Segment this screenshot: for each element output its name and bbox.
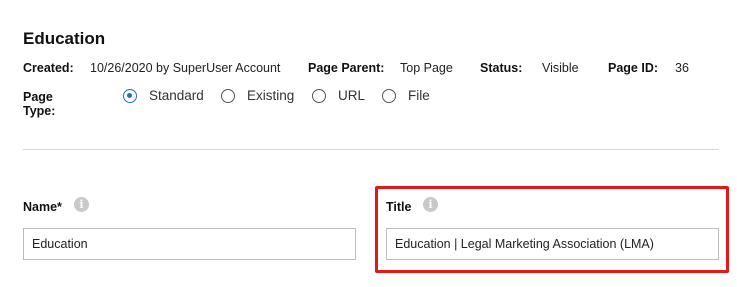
radio-file[interactable]: File <box>382 88 430 103</box>
status-value: Visible <box>542 61 579 75</box>
section-divider <box>23 149 719 150</box>
radio-url[interactable]: URL <box>312 88 365 103</box>
title-field-label: Title <box>386 200 412 214</box>
created-label: Created: <box>23 61 74 75</box>
radio-existing-circle[interactable] <box>221 88 235 103</box>
radio-standard-label: Standard <box>149 88 204 103</box>
page-parent-label: Page Parent: <box>308 61 385 75</box>
page-id-value: 36 <box>675 61 689 75</box>
radio-url-circle[interactable] <box>312 88 326 103</box>
title-input[interactable] <box>386 228 719 260</box>
info-icon[interactable]: i <box>74 197 89 212</box>
name-field-label: Name* <box>23 200 62 214</box>
radio-standard[interactable]: Standard <box>123 88 204 103</box>
radio-existing-label: Existing <box>247 88 295 103</box>
radio-url-label: URL <box>338 88 366 103</box>
radio-file-label: File <box>408 88 430 103</box>
page-id-label: Page ID: <box>608 61 659 75</box>
radio-existing[interactable]: Existing <box>221 88 294 103</box>
page-parent-value: Top Page <box>400 61 453 75</box>
page-type-label: Page Type: <box>23 90 56 118</box>
page-title: Education <box>23 29 106 48</box>
name-input[interactable] <box>23 228 356 260</box>
status-label: Status: <box>480 61 523 75</box>
radio-file-circle[interactable] <box>382 88 396 103</box>
radio-standard-circle[interactable] <box>123 88 137 103</box>
created-value: 10/26/2020 by SuperUser Account <box>90 61 281 75</box>
info-icon[interactable]: i <box>423 197 438 212</box>
